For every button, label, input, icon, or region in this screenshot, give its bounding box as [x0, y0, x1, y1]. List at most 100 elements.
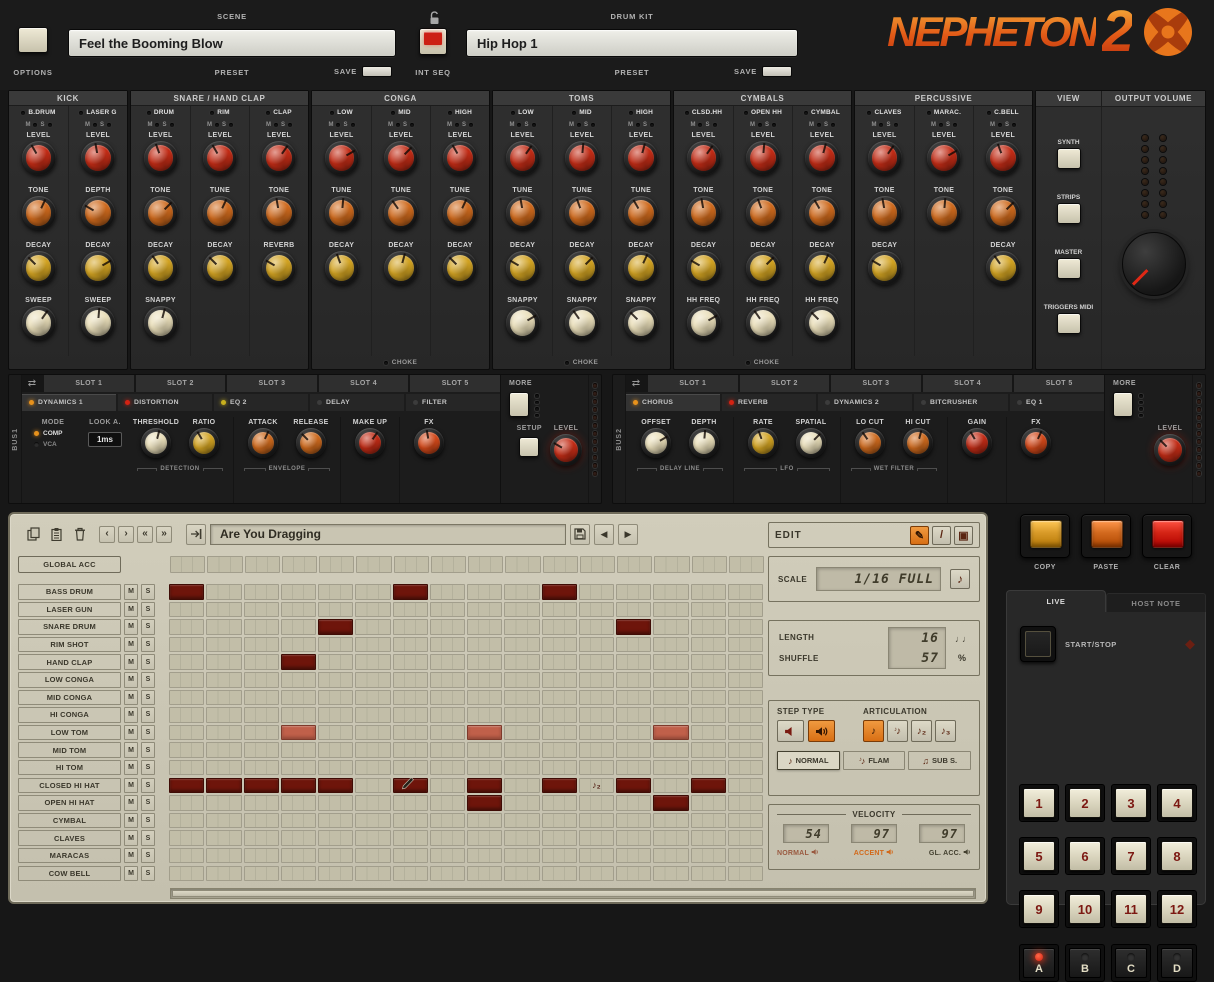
step-cell-16[interactable]: [728, 602, 763, 618]
bus2-depth-knob[interactable]: [689, 428, 719, 458]
bus2-offset-knob[interactable]: [641, 428, 671, 458]
laser-g-decay-knob[interactable]: [81, 251, 115, 285]
step-cell-14[interactable]: [653, 602, 688, 618]
step-cell-1[interactable]: [169, 760, 204, 776]
mute-button[interactable]: M: [85, 122, 90, 128]
step-cell-6[interactable]: [355, 778, 390, 794]
global-accent-step-1[interactable]: [170, 556, 205, 573]
step-cell-16[interactable]: [728, 637, 763, 653]
step-cell-8[interactable]: [430, 690, 465, 706]
bank-key-c[interactable]: C: [1111, 944, 1151, 982]
laser-g-depth-knob[interactable]: [81, 196, 115, 230]
global-accent-step-16[interactable]: [729, 556, 764, 573]
step-cell-8[interactable]: [430, 742, 465, 758]
solo-button[interactable]: S: [946, 122, 950, 128]
step-cell-10[interactable]: [504, 584, 539, 600]
low-tune-knob[interactable]: [325, 196, 359, 230]
step-cell-6[interactable]: [355, 725, 390, 741]
delete-pattern-icon[interactable]: [70, 524, 89, 544]
step-cell-5[interactable]: [318, 813, 353, 829]
step-cell-9[interactable]: [467, 619, 502, 635]
grid-scrollbar[interactable]: [170, 888, 976, 899]
pattern-key-8[interactable]: 8: [1157, 837, 1197, 875]
bus1-more-button[interactable]: [509, 392, 529, 417]
track-mute-button[interactable]: M: [124, 707, 138, 723]
velocity-display-gl-acc[interactable]: 97: [919, 824, 965, 843]
global-accent-button[interactable]: GLOBAL ACC: [18, 556, 121, 573]
step-cell-1[interactable]: [169, 725, 204, 741]
step-cell-16[interactable]: [728, 795, 763, 811]
step-cell-15[interactable]: [691, 690, 726, 706]
step-cell-2[interactable]: [206, 707, 241, 723]
step-cell-11[interactable]: [542, 725, 577, 741]
bus1-fx-tab-delay[interactable]: DELAY: [310, 394, 404, 411]
step-cell-12[interactable]: [579, 637, 614, 653]
step-cell-12[interactable]: ♪₂: [579, 778, 614, 794]
mode-option-vca[interactable]: VCA: [30, 439, 76, 450]
step-cell-3[interactable]: [244, 707, 279, 723]
b-drum-sweep-knob[interactable]: [22, 306, 56, 340]
step-cell-15[interactable]: [691, 848, 726, 864]
b-drum-tone-knob[interactable]: [22, 196, 56, 230]
step-cell-14[interactable]: [653, 725, 688, 741]
step-cell-14[interactable]: [653, 795, 688, 811]
high-decay-knob[interactable]: [443, 251, 477, 285]
step-cell-15[interactable]: [691, 672, 726, 688]
mid-tune-knob[interactable]: [565, 196, 599, 230]
step-cell-6[interactable]: [355, 813, 390, 829]
drum-tone-knob[interactable]: [144, 196, 178, 230]
track-mute-button[interactable]: M: [124, 725, 138, 741]
global-accent-step-15[interactable]: [692, 556, 727, 573]
step-cell-11[interactable]: [542, 830, 577, 846]
mute-button[interactable]: M: [207, 122, 212, 128]
view-master-button[interactable]: [1057, 258, 1081, 279]
solo-button[interactable]: S: [343, 122, 347, 128]
track-solo-button[interactable]: S: [141, 778, 155, 794]
marac-level-knob[interactable]: [927, 141, 961, 175]
step-cell-4[interactable]: [281, 866, 316, 882]
step-cell-12[interactable]: [579, 602, 614, 618]
step-cell-12[interactable]: [579, 619, 614, 635]
step-cell-12[interactable]: [579, 866, 614, 882]
copy-button[interactable]: [1020, 514, 1070, 558]
step-cell-13[interactable]: [616, 778, 651, 794]
step-cell-12[interactable]: [579, 707, 614, 723]
bus1-slot-tab-1[interactable]: SLOT 1: [44, 375, 134, 392]
step-cell-3[interactable]: [244, 637, 279, 653]
look-ahead-value[interactable]: 1ms: [88, 432, 122, 447]
articulation-tab-normal[interactable]: ♪NORMAL: [777, 751, 840, 770]
pattern-key-10[interactable]: 10: [1065, 890, 1105, 928]
track-mute-button[interactable]: M: [124, 778, 138, 794]
solo-button[interactable]: S: [524, 122, 528, 128]
drum-level-knob[interactable]: [144, 141, 178, 175]
step-cell-9[interactable]: [467, 795, 502, 811]
bus2-level-knob[interactable]: [1154, 434, 1186, 466]
int-seq-button[interactable]: [419, 28, 447, 55]
step-cell-13[interactable]: [616, 830, 651, 846]
view-triggers-midi-button[interactable]: [1057, 313, 1081, 334]
step-cell-4[interactable]: [281, 690, 316, 706]
load-pattern-icon[interactable]: [186, 524, 206, 545]
step-cell-5[interactable]: [318, 602, 353, 618]
step-cell-16[interactable]: [728, 813, 763, 829]
mute-button[interactable]: M: [509, 122, 514, 128]
step-cell-1[interactable]: [169, 813, 204, 829]
step-cell-12[interactable]: [579, 760, 614, 776]
step-cell-9[interactable]: [467, 866, 502, 882]
solo-button[interactable]: S: [705, 122, 709, 128]
pattern-key-7[interactable]: 7: [1111, 837, 1151, 875]
bus1-slot-tab-4[interactable]: SLOT 4: [319, 375, 409, 392]
step-cell-2[interactable]: [206, 760, 241, 776]
step-cell-12[interactable]: [579, 690, 614, 706]
step-cell-10[interactable]: [504, 637, 539, 653]
step-cell-6[interactable]: [355, 707, 390, 723]
step-cell-9[interactable]: [467, 602, 502, 618]
bus1-attack-knob[interactable]: [248, 428, 278, 458]
drum-snappy-knob[interactable]: [144, 306, 178, 340]
step-cell-10[interactable]: [504, 848, 539, 864]
step-cell-12[interactable]: [579, 725, 614, 741]
cymbal-level-knob[interactable]: [805, 141, 839, 175]
global-accent-step-7[interactable]: [394, 556, 429, 573]
track-solo-button[interactable]: S: [141, 672, 155, 688]
track-mute-button[interactable]: M: [124, 795, 138, 811]
